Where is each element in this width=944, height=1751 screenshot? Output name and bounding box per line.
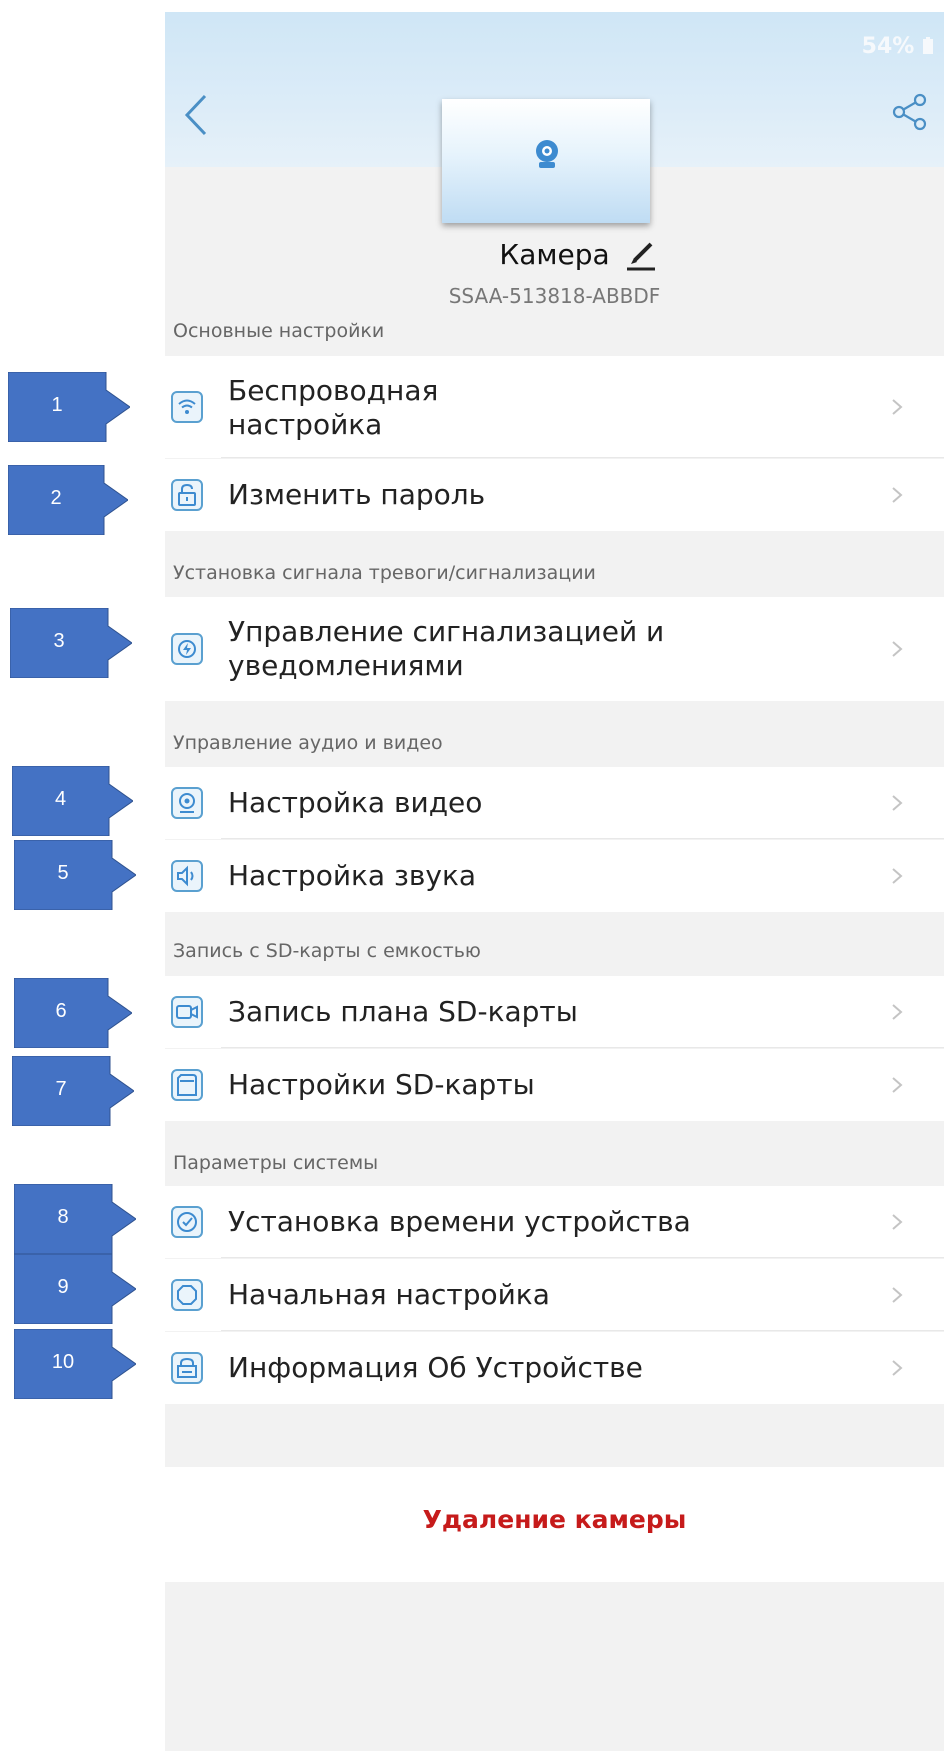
wifi-icon: [171, 391, 203, 423]
battery-percent: 54%: [861, 34, 915, 59]
video-settings-label: Настройка видео: [228, 786, 483, 819]
section-sd-header: Запись с SD-карты с емкостью: [173, 940, 481, 962]
device-info-row[interactable]: Информация Об Устройстве: [165, 1332, 944, 1404]
chevron-right-icon: [892, 1287, 903, 1303]
speaker-icon: [171, 860, 203, 892]
initial-setup-label: Начальная настройка: [228, 1278, 550, 1311]
callout-9: 9: [14, 1254, 136, 1324]
callout-number: 3: [53, 630, 65, 652]
battery-indicator: 54%: [862, 34, 934, 59]
callout-8: 8: [14, 1184, 136, 1254]
change-password-row[interactable]: Изменить пароль: [165, 459, 944, 531]
settings-screen: 54% Камера SSAA-513818-ABBDF Основные на…: [165, 12, 944, 1751]
record-icon: [171, 996, 203, 1028]
divider: [221, 457, 944, 458]
section-basic-header: Основные настройки: [173, 320, 385, 342]
chevron-right-icon: [892, 1077, 903, 1093]
info-icon: [171, 1352, 203, 1384]
divider: [221, 1330, 944, 1331]
chevron-right-icon: [892, 795, 903, 811]
delete-camera-button[interactable]: Удаление камеры: [165, 1467, 944, 1582]
alarm-notifications-line1: Управление сигнализацией и: [228, 615, 665, 648]
video-settings-row[interactable]: Настройка видео: [165, 767, 944, 839]
battery-icon: [923, 37, 933, 54]
chevron-right-icon: [892, 1214, 903, 1230]
callout-10: 10: [14, 1329, 136, 1399]
device-info-label: Информация Об Устройстве: [228, 1351, 643, 1384]
audio-settings-row[interactable]: Настройка звука: [165, 840, 944, 912]
callout-7: 7: [12, 1056, 134, 1126]
callout-2: 2: [8, 465, 128, 535]
alarm-notifications-row[interactable]: Управление сигнализацией и уведомлениями: [165, 597, 944, 701]
chevron-right-icon: [892, 868, 903, 884]
clock-icon: [171, 1206, 203, 1238]
callout-number: 6: [55, 1000, 67, 1022]
section-alarm-header: Установка сигнала тревоги/сигнализации: [173, 562, 596, 584]
alarm-icon: [171, 633, 203, 665]
callout-number: 7: [55, 1078, 67, 1100]
section-system-header: Параметры системы: [173, 1152, 379, 1174]
sd-card-icon: [171, 1069, 203, 1101]
device-id: SSAA-513818-ABBDF: [448, 284, 661, 308]
video-camera-icon: [171, 787, 203, 819]
callout-number: 9: [57, 1276, 69, 1298]
camera-thumbnail[interactable]: [442, 99, 650, 223]
wireless-settings-line2: настройка: [228, 408, 383, 441]
callout-1: 1: [8, 372, 130, 442]
sd-card-settings-label: Настройки SD-карты: [228, 1068, 535, 1101]
wireless-settings-line1: Беспроводная: [228, 374, 439, 407]
audio-settings-label: Настройка звука: [228, 859, 477, 892]
section-av-header: Управление аудио и видео: [173, 732, 443, 754]
share-icon[interactable]: [890, 92, 930, 132]
divider: [221, 838, 944, 839]
chevron-right-icon: [892, 399, 903, 415]
wireless-settings-row[interactable]: Беспроводная настройка: [165, 356, 944, 458]
status-bar: 54%: [165, 26, 944, 59]
lock-icon: [171, 479, 203, 511]
callout-5: 5: [14, 840, 136, 910]
device-name: Камера: [499, 238, 610, 271]
chevron-right-icon: [892, 1004, 903, 1020]
callout-number: 5: [57, 862, 69, 884]
callout-number: 10: [51, 1351, 75, 1373]
chevron-right-icon: [892, 487, 903, 503]
edit-pencil-icon[interactable]: [621, 234, 661, 274]
chevron-right-icon: [892, 1360, 903, 1376]
sd-record-plan-row[interactable]: Запись плана SD-карты: [165, 976, 944, 1048]
back-arrow-icon[interactable]: [175, 90, 215, 140]
callout-4: 4: [12, 766, 133, 836]
delete-camera-label: Удаление камеры: [422, 1505, 687, 1534]
chevron-right-icon: [892, 641, 903, 657]
device-time-label: Установка времени устройства: [228, 1205, 691, 1238]
camera-icon: [536, 140, 558, 168]
callout-number: 4: [54, 788, 67, 810]
callout-number: 8: [57, 1206, 69, 1228]
device-time-row[interactable]: Установка времени устройства: [165, 1186, 944, 1258]
callout-6: 6: [14, 978, 132, 1048]
sd-record-plan-label: Запись плана SD-карты: [228, 995, 578, 1028]
divider: [221, 1047, 944, 1048]
reset-icon: [171, 1279, 203, 1311]
alarm-notifications-line2: уведомлениями: [228, 649, 464, 682]
divider: [221, 1257, 944, 1258]
initial-setup-row[interactable]: Начальная настройка: [165, 1259, 944, 1331]
callout-number: 2: [50, 487, 62, 509]
callout-number: 1: [51, 394, 63, 416]
sd-card-settings-row[interactable]: Настройки SD-карты: [165, 1049, 944, 1121]
change-password-label: Изменить пароль: [228, 478, 486, 511]
callout-3: 3: [10, 608, 132, 678]
